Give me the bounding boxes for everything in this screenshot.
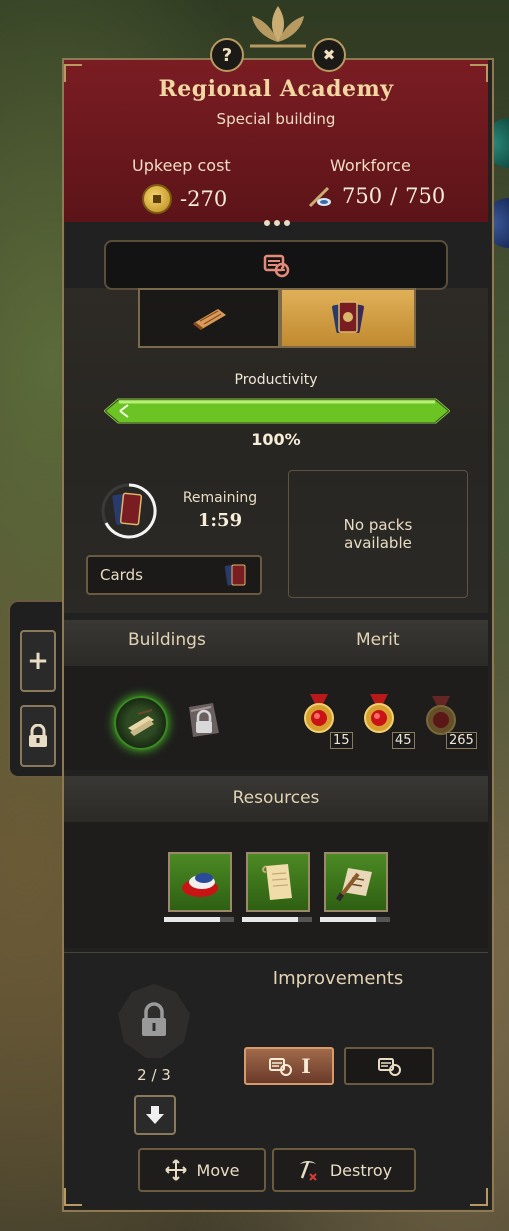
merit-medal-1[interactable]: 15 (302, 694, 353, 749)
paper-icon (262, 864, 292, 900)
building-locked-slot[interactable] (182, 698, 226, 742)
merit-medal-icon (304, 694, 334, 733)
cards-production-icon (263, 254, 290, 278)
no-packs-text: No packs available (343, 516, 413, 552)
fabric-icon (182, 873, 218, 897)
workforce-current: 750 (342, 184, 383, 208)
move-icon (164, 1159, 187, 1181)
resource-stock-bar (242, 917, 312, 922)
productivity-bar (104, 398, 450, 424)
building-subtitle: Special building (216, 110, 336, 128)
pickaxe-icon (299, 1161, 317, 1181)
improvements-label: Improvements (272, 968, 404, 989)
workforce-row: 750 / 750 (308, 184, 445, 208)
down-arrow-button[interactable] (134, 1095, 176, 1135)
add-button[interactable]: + (20, 630, 56, 692)
close-button[interactable]: ✖ (312, 38, 346, 72)
no-packs-box: No packs available (288, 470, 468, 598)
tab-scroll[interactable] (138, 288, 280, 348)
merit-label: Merit (356, 630, 400, 650)
upkeep-row: -270 (142, 184, 227, 214)
card-deck-icon (332, 301, 364, 334)
resource-slot-1[interactable] (168, 852, 232, 912)
scroll-icon (193, 309, 226, 331)
lotus-ornament-icon (250, 6, 306, 48)
building-study-slot[interactable] (114, 696, 168, 750)
improvement-slot-locked (118, 984, 190, 1058)
workforce-label: Workforce (330, 156, 411, 175)
plus-icon: + (27, 646, 49, 676)
upkeep-value: -270 (180, 187, 228, 211)
divider (64, 952, 488, 953)
resource-slot-2[interactable] (246, 852, 310, 912)
locked-building-icon (189, 703, 219, 737)
move-label: Move (196, 1160, 240, 1180)
resource-stock-bar (164, 917, 234, 922)
destroy-button[interactable]: Destroy (272, 1148, 416, 1192)
card-timer-ring (101, 483, 157, 539)
card-deck-icon (224, 564, 246, 586)
move-button[interactable]: Move (138, 1148, 266, 1192)
improvement-icon (269, 1058, 293, 1076)
remaining-label: Remaining (182, 490, 258, 506)
scroll-brush-icon (335, 868, 372, 902)
productivity-label: Productivity (234, 372, 318, 388)
header-dots (260, 220, 294, 228)
resource-stock-bar (320, 917, 390, 922)
ornament-corner (64, 1188, 82, 1206)
merit-medal-icon (364, 694, 394, 733)
merit-count: 15 (330, 732, 353, 749)
resource-slot-3[interactable] (324, 852, 388, 912)
books-icon (128, 709, 154, 736)
merit-medal-icon (426, 696, 456, 735)
improvement-icon (378, 1058, 401, 1076)
cards-button-label: Cards (100, 566, 143, 584)
down-arrow-icon (146, 1106, 164, 1124)
merit-count: 45 (392, 732, 415, 749)
help-button[interactable]: ? (210, 38, 244, 72)
cards-button[interactable]: Cards (86, 555, 262, 595)
merit-medal-2[interactable]: 45 (362, 694, 415, 749)
coin-icon (142, 184, 172, 214)
building-title: Regional Academy (158, 76, 394, 102)
tab-cards[interactable] (280, 288, 416, 348)
merit-count: 265 (446, 732, 477, 749)
productivity-percent: 100% (251, 430, 301, 449)
improvement-level: I (301, 1054, 311, 1078)
lock-icon (29, 724, 47, 747)
destroy-label: Destroy (329, 1160, 393, 1180)
help-icon: ? (221, 44, 233, 66)
workforce-max: 750 (405, 184, 446, 208)
lock-button[interactable] (20, 705, 56, 767)
workforce-separator: / (390, 184, 398, 208)
remaining-time: 1:59 (197, 510, 243, 531)
improvement-level-button[interactable]: I (244, 1047, 334, 1085)
buildings-label: Buildings (128, 630, 206, 650)
improvement-slot-counter: 2 / 3 (137, 1066, 171, 1084)
ornament-corner (470, 1188, 488, 1206)
resources-label: Resources (232, 788, 320, 808)
category-tab-bar[interactable] (104, 240, 448, 290)
improvement-option-button[interactable] (344, 1047, 434, 1085)
workforce-icon (308, 186, 331, 208)
upkeep-label: Upkeep cost (132, 156, 231, 175)
close-icon: ✖ (322, 46, 336, 64)
